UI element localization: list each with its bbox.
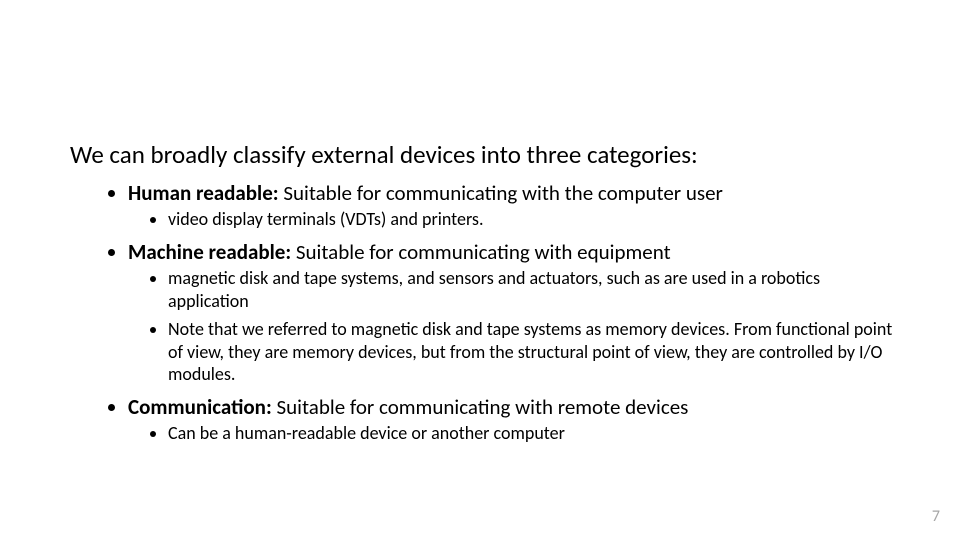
item-machine-readable: Machine readable: Suitable for communica… (128, 239, 900, 386)
item-comm-sublist: Can be a human-readable device or anothe… (128, 422, 900, 445)
item-human-text: Suitable for communicating with the comp… (279, 180, 723, 206)
item-machine-text: Suitable for communicating with equipmen… (291, 239, 671, 265)
item-comm-sub1: Can be a human-readable device or anothe… (168, 422, 900, 445)
item-machine-sublist: magnetic disk and tape systems, and sens… (128, 267, 900, 386)
item-comm-text: Suitable for communicating with remote d… (272, 394, 689, 420)
slide: We can broadly classify external devices… (0, 0, 960, 540)
page-number: 7 (932, 507, 940, 526)
intro-text: We can broadly classify external devices… (70, 140, 900, 170)
item-machine-sub1: magnetic disk and tape systems, and sens… (168, 267, 900, 312)
item-human-readable: Human readable: Suitable for communicati… (128, 180, 900, 231)
item-human-sub1: video display terminals (VDTs) and print… (168, 208, 900, 231)
item-machine-label: Machine readable: (128, 239, 291, 265)
category-list: Human readable: Suitable for communicati… (70, 180, 900, 444)
item-comm-label: Communication: (128, 394, 272, 420)
item-machine-sub2: Note that we referred to magnetic disk a… (168, 318, 900, 386)
item-human-sublist: video display terminals (VDTs) and print… (128, 208, 900, 231)
item-human-label: Human readable: (128, 180, 279, 206)
item-communication: Communication: Suitable for communicatin… (128, 394, 900, 445)
